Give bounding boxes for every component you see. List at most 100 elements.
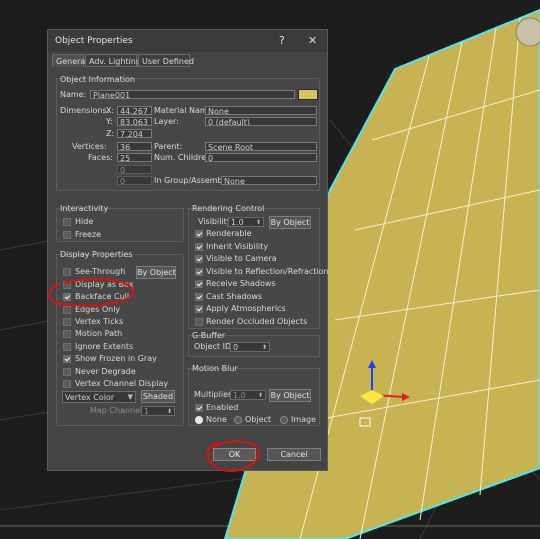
object-properties-dialog: Object Properties ? ✕ General Adv. Light… xyxy=(47,29,329,471)
spinner-arrows-icon: ⬍ xyxy=(166,408,172,415)
receive-shadows-label: Receive Shadows xyxy=(206,279,276,288)
vertices-value: 36 xyxy=(117,142,152,151)
material-name-value: None xyxy=(205,106,317,115)
layer-label: Layer: xyxy=(154,117,179,126)
close-icon[interactable]: ✕ xyxy=(308,34,317,47)
none-radio[interactable] xyxy=(195,416,203,424)
multiplier-value: 1.0 xyxy=(233,391,246,400)
spinner-arrows-icon: ⬍ xyxy=(261,344,267,351)
help-button[interactable]: ? xyxy=(279,34,285,47)
y-dimension-value: 83.063 xyxy=(117,117,152,126)
parent-label: Parent: xyxy=(154,142,183,151)
object-radio[interactable] xyxy=(234,416,242,424)
visible-to-camera-label: Visible to Camera xyxy=(206,254,277,263)
ignore-extents-checkbox[interactable] xyxy=(63,343,71,351)
see-through-label: See-Through xyxy=(75,267,126,276)
see-through-checkbox[interactable] xyxy=(63,268,71,276)
spinner-arrows-icon: ⬍ xyxy=(255,219,261,226)
vertex-ticks-label: Vertex Ticks xyxy=(75,317,124,326)
multiplier-label: Multiplier: xyxy=(194,390,234,399)
shaded-button[interactable]: Shaded xyxy=(141,390,175,403)
visible-to-reflection-checkbox[interactable] xyxy=(195,268,203,276)
backface-cull-label: Backface Cull xyxy=(75,292,130,301)
ok-button[interactable]: OK xyxy=(213,448,256,461)
dialog-title: Object Properties xyxy=(55,36,133,46)
display-as-box-label: Display as Box xyxy=(75,280,134,289)
render-occluded-checkbox[interactable] xyxy=(195,318,203,326)
renderable-label: Renderable xyxy=(206,229,252,238)
hide-label: Hide xyxy=(75,217,94,226)
vertex-channel-checkbox[interactable] xyxy=(63,380,71,388)
cast-shadows-checkbox[interactable] xyxy=(195,293,203,301)
blank-value-1: 0 xyxy=(117,165,152,174)
motion-path-label: Motion Path xyxy=(75,329,123,338)
display-properties-title: Display Properties xyxy=(60,250,133,259)
renderable-checkbox[interactable] xyxy=(195,230,203,238)
faces-label: Faces: xyxy=(88,153,113,162)
ignore-extents-label: Ignore Extents xyxy=(75,342,134,351)
y-label: Y: xyxy=(106,117,113,126)
vertex-color-dropdown[interactable]: Vertex Color ▼ xyxy=(62,391,136,403)
display-as-box-checkbox[interactable] xyxy=(63,281,71,289)
freeze-checkbox[interactable] xyxy=(63,231,71,239)
visible-to-camera-checkbox[interactable] xyxy=(195,255,203,263)
map-channel-spinner[interactable]: 1 ⬍ xyxy=(141,406,175,416)
cast-shadows-label: Cast Shadows xyxy=(206,292,263,301)
vertex-ticks-checkbox[interactable] xyxy=(63,318,71,326)
never-degrade-checkbox[interactable] xyxy=(63,368,71,376)
display-by-object-button[interactable]: By Object xyxy=(136,266,176,279)
image-label: Image xyxy=(291,415,317,424)
motion-blur-by-object-button[interactable]: By Object xyxy=(269,389,311,402)
dialog-titlebar[interactable]: Object Properties ? ✕ xyxy=(48,30,327,52)
name-input[interactable]: Plane001 xyxy=(90,90,295,99)
show-frozen-gray-label: Show Frozen in Gray xyxy=(75,354,157,363)
backface-cull-checkbox[interactable] xyxy=(63,293,71,301)
tab-general[interactable]: General xyxy=(52,54,88,67)
x-label: X: xyxy=(106,106,115,115)
x-dimension-value: 44.267 xyxy=(117,106,152,115)
edges-only-checkbox[interactable] xyxy=(63,306,71,314)
object-id-spinner[interactable]: 0 ⬍ xyxy=(230,342,270,352)
g-buffer-title: G-Buffer xyxy=(192,331,226,340)
rendering-by-object-button[interactable]: By Object xyxy=(269,216,311,229)
tab-adv-lighting[interactable]: Adv. Lighting xyxy=(85,54,141,67)
multiplier-spinner[interactable]: 1.0 ⬍ xyxy=(230,390,266,400)
visibility-value: 1.0 xyxy=(231,218,244,227)
visibility-spinner[interactable]: 1.0 ⬍ xyxy=(228,217,264,227)
never-degrade-label: Never Degrade xyxy=(75,367,136,376)
cancel-button[interactable]: Cancel xyxy=(267,448,321,461)
vertex-channel-label: Vertex Channel Display xyxy=(75,379,169,388)
enabled-checkbox[interactable] xyxy=(195,404,203,412)
edges-only-label: Edges Only xyxy=(75,305,121,314)
receive-shadows-checkbox[interactable] xyxy=(195,280,203,288)
inherit-visibility-checkbox[interactable] xyxy=(195,243,203,251)
motion-blur-title: Motion Blur xyxy=(192,364,238,373)
motion-path-checkbox[interactable] xyxy=(63,330,71,338)
tab-user-defined[interactable]: User Defined xyxy=(138,54,194,67)
dimensions-label: Dimensions: xyxy=(60,106,110,115)
spinner-arrows-icon: ⬍ xyxy=(257,392,263,399)
object-id-label: Object ID: xyxy=(194,342,234,351)
render-occluded-label: Render Occluded Objects xyxy=(206,317,308,326)
apply-atmospherics-checkbox[interactable] xyxy=(195,305,203,313)
layer-value: 0 (default) xyxy=(205,117,317,126)
vertex-color-value: Vertex Color xyxy=(65,393,115,402)
enabled-label: Enabled xyxy=(206,403,239,412)
dropdown-arrow-icon: ▼ xyxy=(127,393,133,401)
apply-atmospherics-label: Apply Atmospherics xyxy=(206,304,286,313)
object-information-title: Object Information xyxy=(60,75,135,84)
faces-value: 25 xyxy=(117,153,152,162)
inherit-visibility-label: Inherit Visibility xyxy=(206,242,269,251)
name-label: Name: xyxy=(60,90,87,99)
image-radio[interactable] xyxy=(280,416,288,424)
object-label: Object xyxy=(245,415,272,424)
map-channel-label: Map Channel: xyxy=(90,406,145,415)
freeze-label: Freeze xyxy=(75,230,102,239)
z-label: Z: xyxy=(106,129,115,138)
num-children-value: 0 xyxy=(205,153,317,162)
map-channel-value: 1 xyxy=(144,407,150,416)
show-frozen-gray-checkbox[interactable] xyxy=(63,355,71,363)
rendering-control-title: Rendering Control xyxy=(192,204,265,213)
object-color-swatch[interactable] xyxy=(298,89,318,100)
hide-checkbox[interactable] xyxy=(63,218,71,226)
